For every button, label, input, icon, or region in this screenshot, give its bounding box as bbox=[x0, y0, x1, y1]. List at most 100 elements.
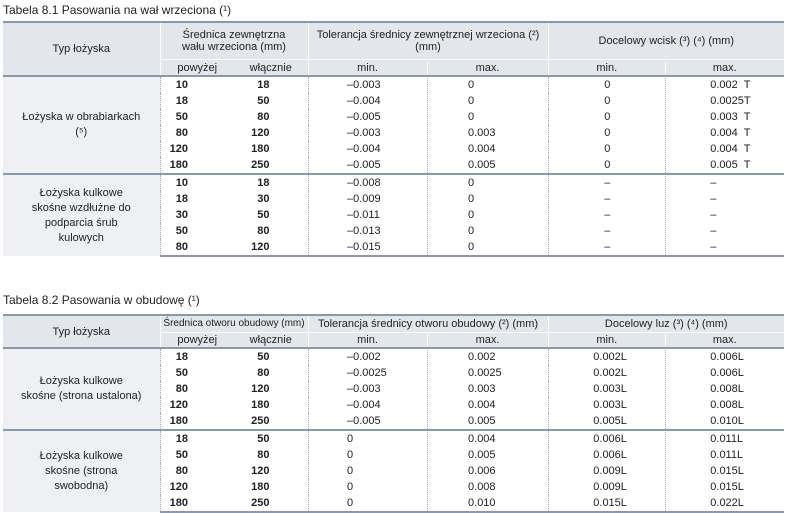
tolerance-min-cell: –0.005 bbox=[347, 110, 381, 123]
tolerance-max-cell: 0 bbox=[427, 78, 547, 93]
spindle-fit-table: Typ łożyska Średnica zewnętrzna wału wrz… bbox=[3, 21, 784, 257]
diameter-incl-cell: 120 bbox=[251, 382, 270, 395]
tolerance-cell: 0 0.005 bbox=[307, 447, 549, 463]
target-max-cell: 0.006L bbox=[665, 365, 783, 381]
table1-caption: Tabela 8.1 Pasowania na wał wrzeciona (¹… bbox=[3, 3, 232, 17]
diameter-above-cell: 120 bbox=[159, 141, 234, 157]
tolerance-max-cell: 0 bbox=[427, 176, 547, 191]
col-header-target-min: min. bbox=[596, 334, 618, 346]
tolerance-min-cell: 0 bbox=[347, 464, 354, 477]
diameter-above-cell: 180 bbox=[159, 413, 234, 430]
tolerance-min-cell: –0.003 bbox=[347, 126, 381, 139]
tolerance-cell: –0.004 0 bbox=[307, 93, 548, 109]
tolerance-cell: –0.015 0 bbox=[307, 239, 548, 257]
col-header-tol-max: max. bbox=[426, 334, 548, 346]
tolerance-cell: –0.013 0 bbox=[307, 223, 548, 239]
tolerance-cell: –0.003 0.003 bbox=[307, 381, 549, 397]
tolerance-max-cell: 0 bbox=[427, 207, 547, 223]
diameter-above-cell: 50 bbox=[159, 365, 234, 381]
diameter-incl-cell: 180 bbox=[251, 142, 270, 155]
diameter-above-cell: 80 bbox=[159, 239, 234, 257]
col-header-target-minmax: min. max. bbox=[547, 332, 785, 348]
diameter-above-cell: 180 bbox=[159, 157, 234, 174]
tolerance-min-cell: –0.004 bbox=[347, 94, 381, 107]
diameter-incl-cell: 250 bbox=[234, 495, 309, 513]
tolerance-min-cell: –0.004 bbox=[347, 398, 381, 411]
diameter-incl-cell: 250 bbox=[251, 414, 270, 427]
bearing-type-cell: Łożyska kulkowe skośne (strona swobodna) bbox=[3, 429, 160, 512]
tolerance-max-cell: 0 bbox=[427, 109, 547, 125]
tolerance-cell: –0.003 0.003 bbox=[307, 125, 548, 141]
tolerance-max-cell: 0.004 bbox=[427, 432, 547, 447]
tolerance-min-cell: –0.009 bbox=[347, 192, 381, 205]
target-max-cell: 0.022L bbox=[665, 495, 783, 510]
target-min-cell: 0.009L bbox=[593, 464, 627, 477]
target-cell: 0.003L 0.008L bbox=[547, 397, 785, 413]
tolerance-cell: –0.003 0 bbox=[307, 75, 548, 93]
col-header-tol-minmax: min. max. bbox=[307, 59, 548, 76]
target-min-cell: 0 bbox=[604, 78, 611, 91]
col-header-above: powyżej bbox=[159, 332, 234, 348]
target-min-cell: 0 bbox=[604, 126, 611, 139]
tolerance-cell: –0.002 0.002 bbox=[307, 347, 549, 365]
tolerance-cell: –0.004 0.004 bbox=[307, 141, 548, 157]
diameter-above-cell: 180 bbox=[159, 495, 234, 513]
tolerance-min-cell: –0.0025 bbox=[347, 366, 387, 379]
diameter-above-cell: 30 bbox=[159, 207, 234, 223]
target-min-cell: – bbox=[604, 208, 611, 221]
tolerance-min-cell: 0 bbox=[347, 432, 354, 445]
tolerance-max-cell: 0.006 bbox=[427, 463, 547, 479]
tolerance-min-cell: 0 bbox=[347, 448, 354, 461]
tolerance-max-cell: 0.0025 bbox=[427, 365, 547, 381]
target-min-cell: – bbox=[604, 224, 611, 237]
target-cell: 0.015L 0.022L bbox=[547, 495, 785, 513]
diameter-above-cell: 18 bbox=[159, 93, 234, 109]
diameter-above-cell: 18 bbox=[159, 191, 234, 207]
tolerance-max-cell: 0.005 bbox=[427, 157, 547, 173]
target-min-cell: 0.003L bbox=[593, 398, 627, 411]
diameter-incl-cell: 18 bbox=[234, 75, 308, 93]
col-header-tolerance: Tolerancja średnicy zewnętrznej wrzecion… bbox=[307, 21, 548, 60]
tolerance-max-cell: 0.010 bbox=[427, 495, 547, 510]
tolerance-max-cell: 0.008 bbox=[427, 479, 547, 495]
target-min-cell: 0.006L bbox=[593, 432, 627, 445]
col-header-target: Docelowy luz (³) (⁴) (mm) bbox=[547, 314, 785, 333]
col-header-incl: włącznie bbox=[234, 332, 309, 348]
diameter-above-cell: 18 bbox=[159, 429, 234, 447]
col-header-target-max: max. bbox=[664, 61, 784, 74]
target-cell: 0.002L 0.006L bbox=[547, 347, 785, 365]
table2-caption: Tabela 8.2 Pasowania w obudowę (¹) bbox=[3, 293, 200, 307]
target-cell: – – bbox=[547, 239, 784, 257]
tolerance-cell: 0 0.010 bbox=[307, 495, 549, 513]
tolerance-min-cell: –0.013 bbox=[347, 224, 381, 237]
target-cell: 0.006L 0.011L bbox=[547, 447, 785, 463]
diameter-above-cell: 10 bbox=[159, 173, 234, 191]
diameter-above-cell: 50 bbox=[159, 447, 234, 463]
diameter-above-cell: 18 bbox=[159, 347, 234, 365]
diameter-incl-cell: 80 bbox=[257, 224, 270, 237]
tolerance-cell: –0.0025 0.0025 bbox=[307, 365, 549, 381]
tolerance-min-cell: –0.002 bbox=[347, 350, 381, 363]
target-min-cell: – bbox=[604, 192, 611, 205]
target-max-cell: 0.0025T bbox=[665, 93, 783, 109]
target-max-cell: – bbox=[665, 207, 783, 223]
tolerance-min-cell: –0.005 bbox=[347, 158, 381, 171]
diameter-above-cell: 50 bbox=[159, 223, 234, 239]
col-header-tolerance: Tolerancja średnicy otworu obudowy (²) (… bbox=[307, 314, 549, 333]
target-cell: 0.002L 0.006L bbox=[547, 365, 785, 381]
col-header-tol-max: max. bbox=[426, 61, 548, 74]
target-max-cell: 0.008L bbox=[665, 397, 783, 413]
tolerance-cell: –0.008 0 bbox=[307, 173, 548, 191]
target-max-cell: – bbox=[665, 176, 783, 191]
col-header-incl: włącznie bbox=[234, 59, 308, 76]
tolerance-cell: –0.011 0 bbox=[307, 207, 548, 223]
target-cell: 0.005L 0.010L bbox=[547, 413, 785, 430]
tolerance-cell: –0.005 0.005 bbox=[307, 413, 549, 430]
diameter-incl-cell: 50 bbox=[234, 347, 309, 365]
tolerance-cell: 0 0.004 bbox=[307, 429, 549, 447]
diameter-incl-cell: 120 bbox=[234, 239, 308, 257]
target-cell: 0 0.005 T bbox=[547, 157, 784, 174]
tolerance-min-cell: –0.015 bbox=[347, 240, 381, 253]
target-max-cell: 0.002 T bbox=[665, 78, 783, 93]
target-max-cell: 0.015L bbox=[665, 479, 783, 495]
